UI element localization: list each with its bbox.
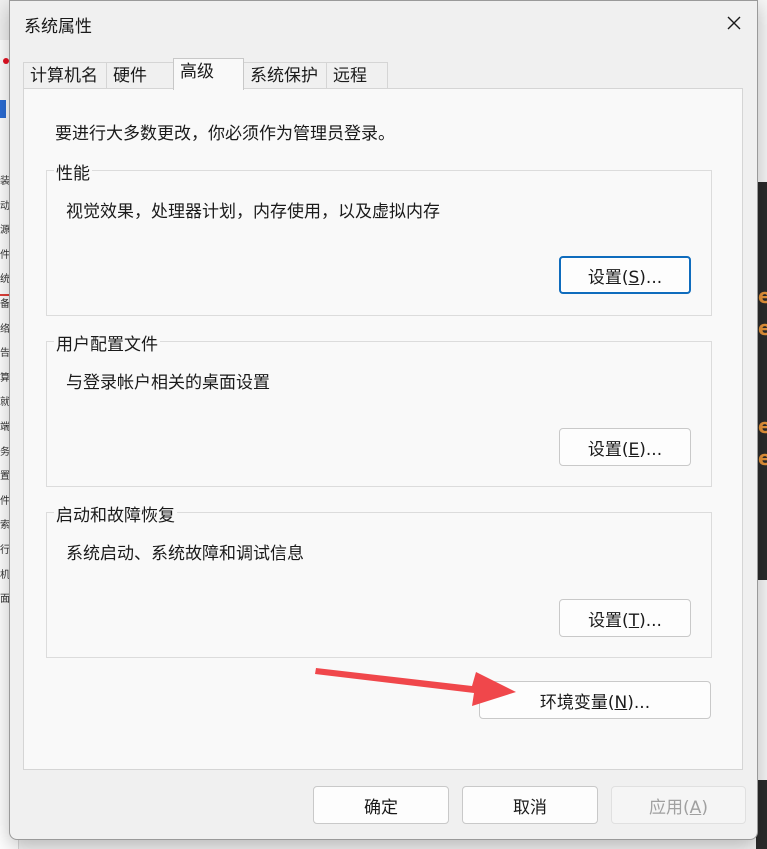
startup-recovery-description: 系统启动、系统故障和调试信息: [66, 544, 304, 564]
tab-remote[interactable]: 远程: [326, 62, 388, 89]
dialog-titlebar[interactable]: 系统属性: [10, 1, 757, 45]
accelerator-key: E: [628, 439, 640, 460]
background-glyph: e: [758, 284, 767, 308]
accelerator-key: S: [628, 267, 640, 288]
button-label: 应用(A): [649, 797, 708, 818]
background-glyph: e: [758, 414, 767, 438]
button-label: 环境变量(N)...: [539, 692, 651, 713]
user-profiles-group-title: 用户配置文件: [54, 330, 160, 355]
performance-group-title: 性能: [54, 159, 92, 184]
startup-recovery-group-title: 启动和故障恢复: [54, 501, 177, 526]
environment-variables-button[interactable]: 环境变量(N)...: [479, 681, 711, 719]
background-glyph: e: [758, 316, 767, 340]
tab-system-protection[interactable]: 系统保护: [243, 62, 327, 89]
background-glyph: e: [758, 446, 767, 470]
dialog-title: 系统属性: [24, 17, 92, 37]
cancel-button[interactable]: 取消: [462, 786, 598, 824]
accelerator-key: T: [628, 610, 640, 631]
startup-recovery-group: 启动和故障恢复 系统启动、系统故障和调试信息 设置(T)...: [46, 501, 712, 658]
admin-note: 要进行大多数更改，你必须作为管理员登录。: [55, 124, 395, 144]
accelerator-key: N: [614, 692, 628, 713]
close-button[interactable]: [711, 1, 757, 45]
advanced-tab-panel: 要进行大多数更改，你必须作为管理员登录。 性能 视觉效果，处理器计划，内存使用，…: [23, 88, 743, 770]
tab-computer-name[interactable]: 计算机名: [23, 62, 107, 89]
tab-hardware[interactable]: 硬件: [106, 62, 174, 89]
user-profiles-description: 与登录帐户相关的桌面设置: [66, 373, 270, 393]
performance-group: 性能 视觉效果，处理器计划，内存使用，以及虚拟内存 设置(S)...: [46, 159, 712, 316]
user-profiles-settings-button[interactable]: 设置(E)...: [559, 428, 691, 466]
button-label: 设置(S)...: [587, 267, 663, 288]
close-icon: [727, 16, 741, 30]
performance-description: 视觉效果，处理器计划，内存使用，以及虚拟内存: [66, 202, 440, 222]
ok-button[interactable]: 确定: [313, 786, 449, 824]
button-label: 设置(T)...: [588, 610, 662, 631]
user-profiles-group: 用户配置文件 与登录帐户相关的桌面设置 设置(E)...: [46, 330, 712, 487]
apply-button[interactable]: 应用(A): [611, 786, 746, 824]
accelerator-key: A: [689, 797, 702, 818]
startup-recovery-settings-button[interactable]: 设置(T)...: [559, 599, 691, 637]
tab-advanced[interactable]: 高级: [173, 58, 244, 90]
background-accent: [0, 100, 6, 118]
performance-settings-button[interactable]: 设置(S)...: [559, 256, 691, 294]
system-properties-dialog: 系统属性 计算机名 硬件 高级 系统保护 远程 要进行大多数更改，你必须作为管理…: [9, 0, 758, 840]
button-label: 设置(E)...: [587, 439, 663, 460]
